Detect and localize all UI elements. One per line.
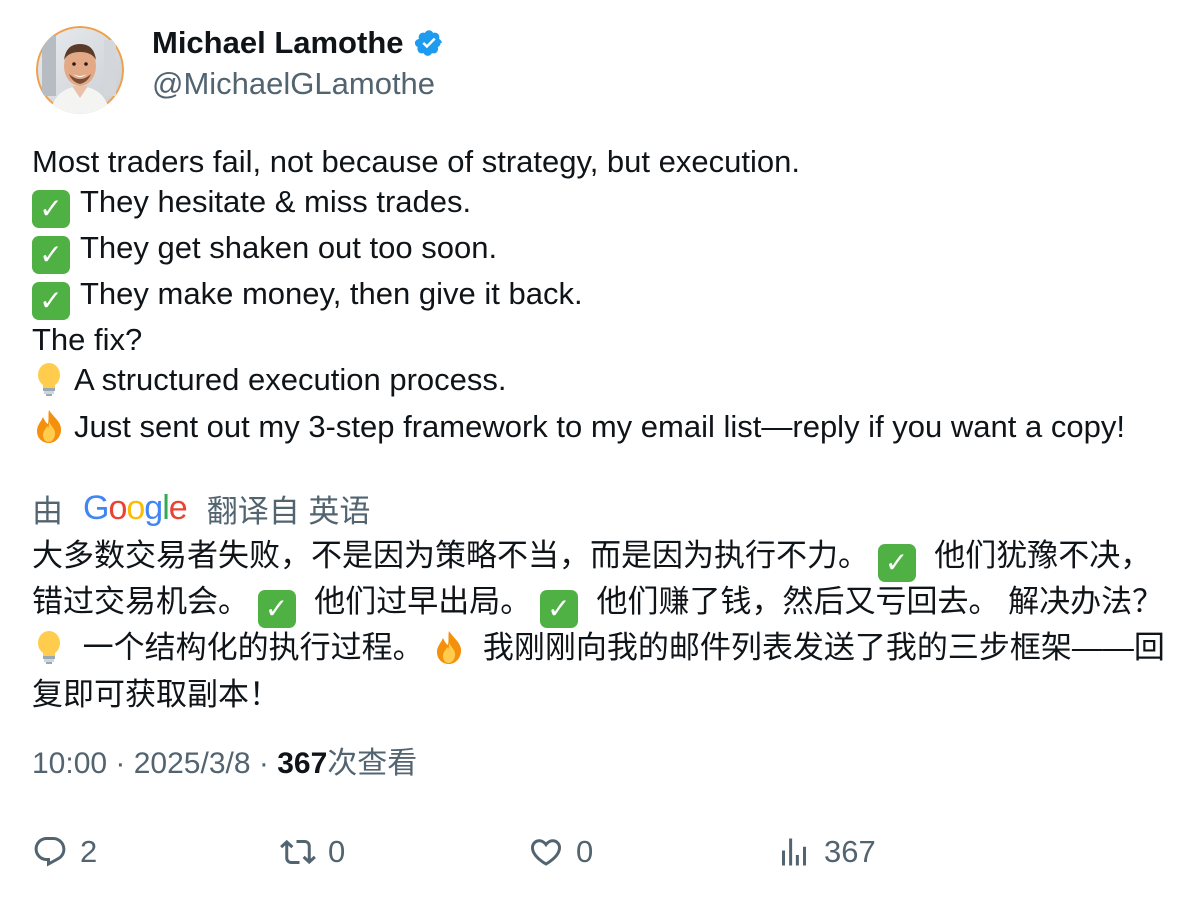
views-button[interactable]: 367 (776, 830, 876, 874)
google-logo[interactable]: Google (83, 489, 188, 528)
tweet-line: Just sent out my 3-step framework to my … (32, 407, 1162, 454)
check-emoji-icon: ✓ (32, 236, 70, 274)
reply-button[interactable]: 2 (32, 830, 97, 874)
check-emoji-icon: ✓ (32, 282, 70, 320)
translation-prefix: 由 (32, 493, 63, 529)
reply-icon (32, 834, 68, 870)
author-names: Michael Lamothe @MichaelGLamothe (152, 26, 444, 102)
like-button[interactable]: 0 (528, 830, 593, 874)
tweet-time[interactable]: 10:00 (32, 747, 107, 780)
verified-badge-icon[interactable] (414, 28, 444, 63)
translated-segment: 大多数交易者失败，不是因为策略不当，而是因为执行不力。 (32, 538, 878, 573)
author-handle[interactable]: @MichaelGLamothe (152, 66, 444, 102)
analytics-icon (776, 834, 812, 870)
tweet-meta: 10:00 · 2025/3/8 · 367次查看 (32, 744, 417, 784)
heart-icon (528, 834, 564, 870)
views-count: 367 (277, 747, 328, 780)
translated-segment: 一个结构化的执行过程。 (74, 630, 433, 665)
tweet-header: Michael Lamothe @MichaelGLamothe (36, 26, 444, 114)
tweet-line-text: The fix? (32, 322, 143, 357)
fire-emoji-icon (32, 408, 66, 454)
check-emoji-icon: ✓ (257, 590, 296, 628)
tweet-line: The fix? (32, 320, 1162, 360)
tweet-line: A structured execution process. (32, 360, 1162, 407)
check-emoji-icon: ✓ (539, 590, 578, 628)
views-action-count: 367 (824, 834, 876, 869)
translated-text: 大多数交易者失败，不是因为策略不当，而是因为执行不力。 ✓ 他们犹豫不决，错过交… (32, 536, 1172, 715)
display-name-row: Michael Lamothe (152, 26, 444, 60)
meta-separator: · (107, 747, 134, 780)
retweet-count: 0 (328, 834, 346, 869)
display-name[interactable]: Michael Lamothe (152, 26, 404, 60)
reply-count: 2 (80, 834, 98, 869)
tweet-line: ✓ They make money, then give it back. (32, 274, 1162, 320)
tweet-line: ✓ They get shaken out too soon. (32, 228, 1162, 274)
translation-attribution: 由 Google 翻译自 英语 (32, 486, 370, 530)
meta-separator: · (250, 747, 278, 780)
lightbulb-emoji-icon (32, 361, 66, 407)
check-emoji-icon: ✓ (877, 544, 916, 582)
tweet-line-text: Most traders fail, not because of strate… (32, 144, 800, 179)
tweet-line-text: They hesitate & miss trades. (80, 184, 472, 219)
check-emoji-icon: ✓ (32, 190, 70, 228)
tweet-line: Most traders fail, not because of strate… (32, 142, 1162, 182)
avatar[interactable] (36, 26, 124, 114)
like-count: 0 (576, 834, 594, 869)
tweet-line-text: A structured execution process. (74, 362, 507, 397)
retweet-icon (280, 834, 316, 870)
translated-segment: 他们赚了钱，然后又亏回去。 解决办法？ (587, 584, 1164, 619)
tweet-text: Most traders fail, not because of strate… (32, 142, 1162, 454)
retweet-button[interactable]: 0 (280, 830, 345, 874)
lightbulb-emoji-icon (32, 629, 66, 675)
fire-emoji-icon (432, 629, 466, 675)
tweet-line-text: Just sent out my 3-step framework to my … (74, 409, 1125, 444)
tweet-line-text: They make money, then give it back. (80, 276, 583, 311)
action-bar: 2 0 0 367 (32, 830, 1162, 874)
views-label: 次查看 (327, 747, 418, 780)
tweet-date[interactable]: 2025/3/8 (134, 747, 251, 780)
translation-suffix[interactable]: 翻译自 英语 (207, 486, 371, 531)
tweet-line: ✓ They hesitate & miss trades. (32, 182, 1162, 228)
translated-segment: 他们过早出局。 (305, 584, 540, 619)
tweet-line-text: They get shaken out too soon. (80, 230, 498, 265)
